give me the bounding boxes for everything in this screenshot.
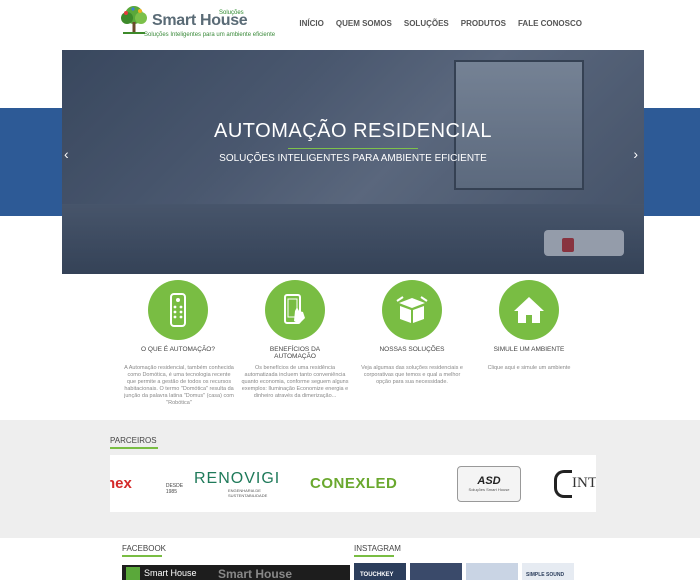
feature-o-que-e-automacao: O QUE É AUTOMAÇÃO? bbox=[133, 280, 223, 353]
parceiros-underline bbox=[110, 447, 158, 449]
partner-extra: ENGENHARIA DE SUSTENTABILIDADE bbox=[228, 487, 268, 498]
feature-text: A Automação residencial, também conhecid… bbox=[124, 365, 234, 406]
instagram-thumb[interactable] bbox=[410, 563, 462, 580]
feature-title[interactable]: NOSSAS SOLUÇÕES bbox=[367, 346, 457, 353]
instagram-thumb-label: TOUCHKEY bbox=[360, 572, 394, 578]
feature-title[interactable]: BENEFÍCIOS DA AUTOMAÇÃO bbox=[250, 346, 340, 360]
fb-cover-logo: Smart House bbox=[218, 567, 293, 580]
facebook-title: FACEBOOK bbox=[122, 544, 167, 553]
hero-title: AUTOMAÇÃO RESIDENCIAL bbox=[214, 120, 492, 142]
hero-slider: AUTOMAÇÃO RESIDENCIAL SOLUÇÕES INTELIGEN… bbox=[62, 50, 644, 274]
hero-subtitle: SOLUÇÕES INTELIGENTES PARA AMBIENTE EFIC… bbox=[219, 153, 487, 164]
feature-text[interactable]: Clique aqui e simule um ambiente bbox=[474, 365, 584, 372]
feature-text: Os benefícios de uma residência automati… bbox=[241, 365, 349, 399]
main-nav: INÍCIO QUEM SOMOS SOLUÇÕES PRODUTOS FALE… bbox=[299, 19, 582, 28]
feature-simule-ambiente: SIMULE UM AMBIENTE bbox=[484, 280, 574, 353]
feature-text: Veja algumas das soluções residenciais e… bbox=[361, 365, 463, 385]
partner-logo-conexled[interactable]: CONEXLED bbox=[310, 455, 430, 512]
partner-name: ASD bbox=[477, 475, 501, 487]
feature-circle[interactable] bbox=[148, 280, 208, 340]
instagram-thumb-label: SIMPLE SOUND bbox=[526, 572, 565, 578]
instagram-thumb[interactable]: SIMPLE SOUND bbox=[522, 563, 574, 580]
instagram-thumb[interactable]: TOUCHKEY bbox=[354, 563, 406, 580]
feature-title[interactable]: SIMULE UM AMBIENTE bbox=[484, 346, 574, 353]
partner-extra: DESDE 1985 bbox=[165, 482, 184, 495]
slider-next-arrow-icon[interactable]: › bbox=[633, 146, 638, 162]
partner-logo-renovigi[interactable]: RENOVIGI ENGENHARIA DE SUSTENTABILIDADE bbox=[194, 455, 304, 512]
logo-solucoes: Soluções bbox=[219, 10, 244, 16]
feature-nossas-solucoes: NOSSAS SOLUÇÕES bbox=[367, 280, 457, 353]
partner-logo-int[interactable]: INT bbox=[554, 455, 596, 512]
partner-name: INT bbox=[572, 475, 596, 491]
box-icon bbox=[396, 296, 428, 323]
partner-name: nex bbox=[110, 475, 132, 492]
nav-solucoes[interactable]: SOLUÇÕES bbox=[404, 19, 449, 28]
slider-prev-arrow-icon[interactable]: ‹ bbox=[64, 146, 69, 162]
phone-touch-icon bbox=[284, 294, 305, 324]
remote-control-icon bbox=[170, 293, 186, 327]
nav-fale-conosco[interactable]: FALE CONOSCO bbox=[518, 19, 582, 28]
logo-tagline: Soluções Inteligentes para um ambiente e… bbox=[144, 32, 276, 38]
facebook-underline bbox=[122, 555, 162, 557]
instagram-title: INSTAGRAM bbox=[354, 544, 401, 553]
feature-circle[interactable] bbox=[382, 280, 442, 340]
instagram-thumb[interactable] bbox=[466, 563, 518, 580]
fb-page-name: Smart House bbox=[144, 568, 197, 578]
hero-divider bbox=[288, 148, 418, 149]
facebook-widget[interactable]: Smart House Smart House bbox=[122, 565, 350, 580]
instagram-underline bbox=[354, 555, 394, 557]
feature-circle[interactable] bbox=[499, 280, 559, 340]
partner-logo-asd[interactable]: ASD Soluções Smart House bbox=[454, 455, 524, 512]
circle-logo-icon bbox=[554, 469, 572, 498]
nav-produtos[interactable]: PRODUTOS bbox=[461, 19, 506, 28]
site-header: Smart House Soluções Soluções Inteligent… bbox=[0, 0, 700, 50]
fb-page-avatar bbox=[126, 567, 140, 580]
nav-quem-somos[interactable]: QUEM SOMOS bbox=[336, 19, 392, 28]
logo[interactable]: Smart House Soluções Soluções Inteligent… bbox=[118, 4, 275, 44]
feature-circle[interactable] bbox=[265, 280, 325, 340]
partners-carousel: nex DESDE 1985 RENOVIGI ENGENHARIA DE SU… bbox=[110, 455, 596, 512]
nav-inicio[interactable]: INÍCIO bbox=[299, 19, 323, 28]
parceiros-title: PARCEIROS bbox=[110, 436, 157, 445]
partner-name: RENOVIGI bbox=[194, 469, 281, 487]
feature-title[interactable]: O QUE É AUTOMAÇÃO? bbox=[133, 346, 223, 353]
partner-logo-nex[interactable]: nex DESDE 1985 bbox=[110, 455, 186, 512]
home-icon bbox=[514, 297, 544, 323]
partner-name: CONEXLED bbox=[310, 475, 398, 492]
partner-extra: Soluções Smart House bbox=[468, 487, 510, 492]
feature-beneficios: BENEFÍCIOS DA AUTOMAÇÃO bbox=[250, 280, 340, 360]
